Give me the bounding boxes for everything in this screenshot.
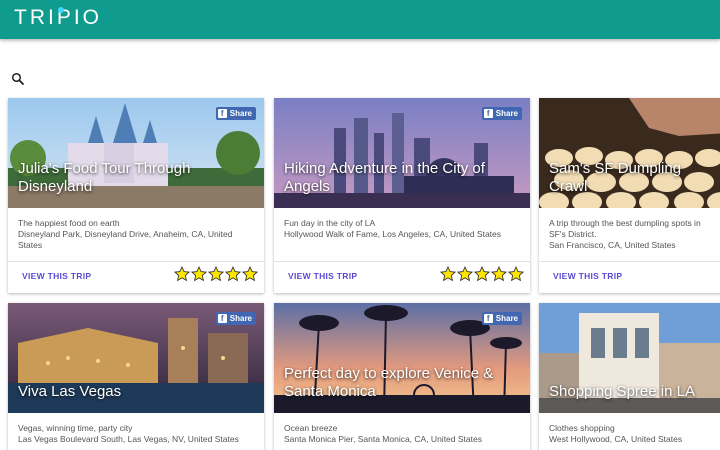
facebook-icon: f [483,314,493,323]
trip-title: Viva Las Vegas [18,383,122,400]
star-icon [457,266,473,282]
trip-title: Sam's SF Dumpling Crawl [549,160,682,195]
facebook-icon: f [217,109,227,118]
trip-card: f Share Julia's Food Tour Through Disneyl… [8,98,264,293]
facebook-icon: f [217,314,227,323]
trip-card: Shopping Spree in LA Clothes shopping We… [539,303,720,450]
trip-card: Sam's SF Dumpling Crawl A trip through t… [539,98,720,293]
trip-photo-west-hollywood[interactable]: Shopping Spree in LA [539,303,720,413]
star-icon [242,266,258,282]
card-divider [8,261,264,262]
star-icon [491,266,507,282]
trip-photo-disneyland[interactable]: f Share Julia's Food Tour Through Disneyl… [8,98,264,208]
trip-title: Julia's Food Tour Through Disneyland [18,160,191,195]
trip-location: Santa Monica Pier, Santa Monica, CA, Uni… [284,434,482,444]
rating-stars [174,266,258,282]
rating-stars [440,266,524,282]
view-trip-link[interactable]: VIEW THIS TRIP [22,271,91,281]
trip-card: f Share Hiking Adventure in the City of A… [274,98,530,293]
card-divider [274,261,530,262]
facebook-share-button[interactable]: f Share [481,107,522,120]
star-icon [440,266,456,282]
facebook-share-button[interactable]: f Share [215,107,256,120]
trip-location: Las Vegas Boulevard South, Las Vegas, NV… [18,434,239,444]
trip-description: Ocean breeze [284,423,338,433]
trip-location: Disneyland Park, Disneyland Drive, Anahe… [18,229,233,250]
top-app-bar: TRIPIO [0,0,720,39]
star-icon [174,266,190,282]
trip-photo-las-vegas[interactable]: f Share Viva Las Vegas [8,303,264,413]
trip-location: Hollywood Walk of Fame, Los Angeles, CA,… [284,229,502,239]
view-trip-link[interactable]: VIEW THIS TRIP [553,271,622,281]
trip-photo-dumplings[interactable]: Sam's SF Dumpling Crawl [539,98,720,208]
trip-description: Vegas, winning time, party city [18,423,133,433]
star-icon [225,266,241,282]
card-divider [539,261,720,262]
trip-description: Fun day in the city of LA [284,218,376,228]
facebook-share-button[interactable]: f Share [481,312,522,325]
trip-title: Shopping Spree in LA [549,383,695,400]
facebook-icon: f [483,109,493,118]
search-icon[interactable] [11,72,25,86]
trip-photo-la[interactable]: f Share Hiking Adventure in the City of A… [274,98,530,208]
facebook-share-button[interactable]: f Share [215,312,256,325]
trip-title: Hiking Adventure in the City of Angels [284,160,485,195]
trip-title: Perfect day to explore Venice & Santa Mo… [284,365,494,400]
trip-location: San Francisco, CA, United States [549,240,676,250]
trip-description: A trip through the best dumpling spots i… [549,218,701,239]
star-icon [508,266,524,282]
view-trip-link[interactable]: VIEW THIS TRIP [288,271,357,281]
logo-dot [58,7,64,13]
trip-card: f Share Viva Las Vegas Vegas, winning tim… [8,303,264,450]
trip-photo-santa-monica[interactable]: f Share Perfect day to explore Venice & S… [274,303,530,413]
trip-location: West Hollywood, CA, United States [549,434,683,444]
trip-description: The happiest food on earth [18,218,120,228]
star-icon [208,266,224,282]
trip-card: f Share Perfect day to explore Venice & S… [274,303,530,450]
star-icon [191,266,207,282]
star-icon [474,266,490,282]
trip-description: Clothes shopping [549,423,615,433]
